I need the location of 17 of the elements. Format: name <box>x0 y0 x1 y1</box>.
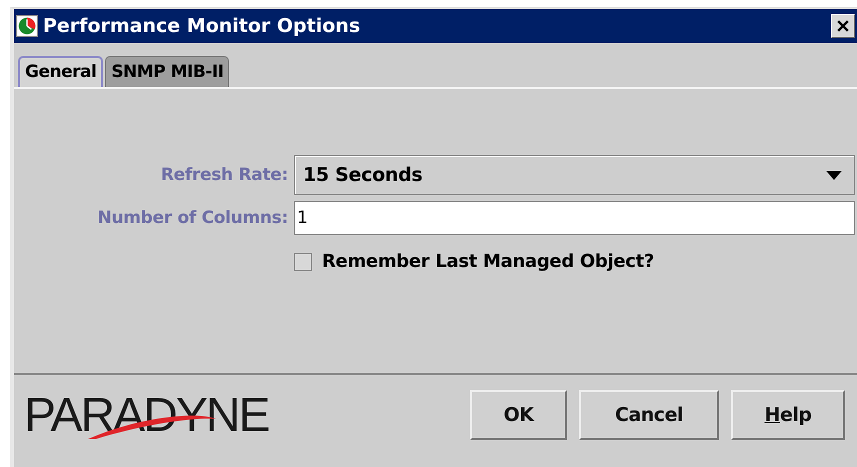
clock-icon <box>16 15 38 37</box>
close-button[interactable] <box>831 14 855 38</box>
checkbox[interactable] <box>294 252 312 270</box>
dialog-button[interactable]: OK <box>470 390 567 440</box>
checkbox-label: Remember Last Managed Object? <box>322 251 654 272</box>
company-logo: PARADYNE <box>24 388 269 442</box>
dropdown-caret-icon <box>826 170 842 180</box>
columns-input-field[interactable]: 1 <box>294 201 855 235</box>
dialog-button[interactable]: Cancel <box>579 390 719 440</box>
dialog-button[interactable]: Help <box>731 390 845 440</box>
tab[interactable]: SNMP MIB-II <box>105 56 230 87</box>
tab[interactable]: General <box>18 56 104 87</box>
field-label: Number of Columns: <box>96 208 288 228</box>
refresh-rate-dropdown[interactable]: 15 Seconds <box>294 155 855 195</box>
close-icon <box>837 20 849 32</box>
field-label: Refresh Rate: <box>160 165 288 185</box>
window-title: Performance Monitor Options <box>43 15 362 37</box>
